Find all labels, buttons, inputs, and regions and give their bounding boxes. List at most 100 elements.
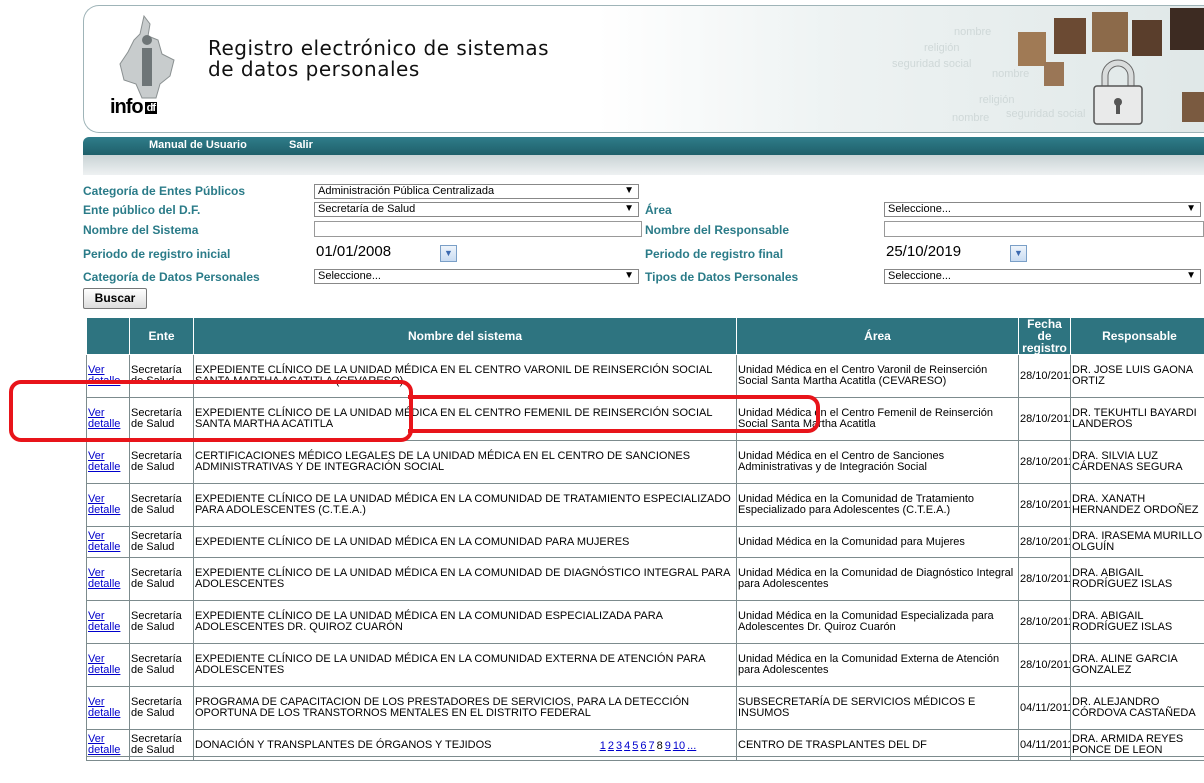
header-cell: Fecha de registro <box>1018 317 1071 355</box>
detalle-link-text: detalle <box>88 375 121 387</box>
ente-line2: de Salud <box>131 578 175 590</box>
ente-label: Ente público del D.F. <box>83 203 201 217</box>
ver-detalle-link[interactable]: Ver detalle <box>86 557 130 601</box>
tipos-datos-label: Tipos de Datos Personales <box>645 270 799 284</box>
responsable-cell: DRA. ALINE GARCIA GONZALEZ <box>1070 643 1204 687</box>
infodf-logo: info df <box>102 14 202 126</box>
ver-detalle-link[interactable]: Ver detalle <box>86 354 130 398</box>
ente-cell: Secretaría de Salud <box>129 600 194 644</box>
sistema-cell: EXPEDIENTE CLÍNICO DE LA UNIDAD MÉDICA E… <box>193 354 737 398</box>
watermark-text: religión <box>924 42 960 54</box>
header-cell: Responsable <box>1070 317 1204 355</box>
chevron-down-icon: ▼ <box>1186 270 1196 281</box>
responsable-cell: DR. TEKUHTLI BAYARDI LANDEROS <box>1070 397 1204 441</box>
calendar-dropdown-icon[interactable]: ▼ <box>1010 245 1027 262</box>
ente-cell: Secretaría de Salud <box>129 483 194 527</box>
pager-page-link[interactable]: 2 <box>608 740 614 752</box>
table-header-row: Ente Nombre del sistema Área Fecha de re… <box>86 317 1204 355</box>
periodo-final-label: Periodo de registro final <box>645 247 784 261</box>
responsable-cell: DRA. SILVIA LUZ CÁRDENAS SEGURA <box>1070 440 1204 484</box>
calendar-dropdown-icon[interactable]: ▼ <box>440 245 457 262</box>
area-cell: Unidad Médica en la Comunidad para Mujer… <box>736 526 1019 558</box>
manual-usuario-link[interactable]: Manual de Usuario <box>149 139 247 151</box>
fecha-cell: 28/10/2011 <box>1018 526 1071 558</box>
watermark-text: seguridad social <box>892 58 972 70</box>
ver-detalle-link[interactable]: Ver detalle <box>86 600 130 644</box>
periodo-inicial-label: Periodo de registro inicial <box>83 247 231 261</box>
pager-page-link[interactable]: 3 <box>616 740 622 752</box>
table-row: Ver detalle Secretaría de Salud PROGRAMA DE … <box>86 686 1204 730</box>
ente-line2: de Salud <box>131 418 175 430</box>
detalle-link-text: detalle <box>88 621 121 633</box>
fecha-cell: 28/10/2011 <box>1018 483 1071 527</box>
nombre-responsable-input[interactable] <box>884 221 1204 237</box>
pager-page-link[interactable]: 7 <box>648 740 654 752</box>
nombre-sistema-input[interactable] <box>314 221 642 237</box>
periodo-inicial-input[interactable]: 01/01/2008 <box>316 243 391 260</box>
ente-cell: Secretaría de Salud <box>129 397 194 441</box>
pager-page-link[interactable]: 5 <box>632 740 638 752</box>
results-table: Ente Nombre del sistema Área Fecha de re… <box>86 317 1204 761</box>
area-cell: Unidad Médica en la Comunidad Externa de… <box>736 643 1019 687</box>
pagination: 1 2 3 4 5 6 7 8 9 10... <box>86 740 1204 757</box>
ente-select[interactable]: Secretaría de Salud ▼ <box>314 202 639 217</box>
header-cell: Ente <box>129 317 194 355</box>
ver-detalle-link[interactable]: Ver detalle <box>86 440 130 484</box>
categoria-entes-select[interactable]: Administración Pública Centralizada ▼ <box>314 184 639 199</box>
pager-page-link[interactable]: 6 <box>640 740 646 752</box>
header-cell: Área <box>736 317 1019 355</box>
header-photo-collage: nombre religión seguridad social nombre … <box>884 6 1204 132</box>
people-photos-icon <box>1018 8 1204 125</box>
header-banner: info df Registro electrónico de sistemas … <box>83 5 1204 133</box>
area-cell: Unidad Médica en la Comunidad Especializ… <box>736 600 1019 644</box>
ente-cell: Secretaría de Salud <box>129 354 194 398</box>
ente-cell: Secretaría de Salud <box>129 440 194 484</box>
ver-detalle-link[interactable]: Ver detalle <box>86 643 130 687</box>
fecha-cell: 28/10/2011 <box>1018 354 1071 398</box>
responsable-cell: DR. JOSE LUIS GAONA ORTIZ <box>1070 354 1204 398</box>
area-cell: Unidad Médica en la Comunidad de Tratami… <box>736 483 1019 527</box>
detalle-link-text: detalle <box>88 461 121 473</box>
watermark-text: nombre <box>954 26 992 38</box>
pager-page-link[interactable]: ... <box>687 740 696 752</box>
ente-line2: de Salud <box>131 461 175 473</box>
area-label: Área <box>645 203 672 217</box>
buscar-button[interactable]: Buscar <box>83 288 147 309</box>
table-row: Ver detalle Secretaría de Salud EXPEDIENTE C… <box>86 643 1204 687</box>
fecha-cell: 04/11/2011 <box>1018 686 1071 730</box>
ente-line2: de Salud <box>131 621 175 633</box>
categoria-datos-label: Categoría de Datos Personales <box>83 270 260 284</box>
chevron-down-icon: ▼ <box>624 203 634 214</box>
fecha-cell: 28/10/2011 <box>1018 440 1071 484</box>
sistema-cell: EXPEDIENTE CLÍNICO DE LA UNIDAD MÉDICA E… <box>193 643 737 687</box>
responsable-cell: DRA. ABIGAIL RODRÍGUEZ ISLAS <box>1070 557 1204 601</box>
ente-value: Secretaría de Salud <box>318 203 416 215</box>
area-cell: SUBSECRETARÍA DE SERVICIOS MÉDICOS E INS… <box>736 686 1019 730</box>
categoria-datos-select[interactable]: Seleccione... ▼ <box>314 269 639 284</box>
ver-detalle-link[interactable]: Ver detalle <box>86 526 130 558</box>
salir-link[interactable]: Salir <box>289 139 313 151</box>
ver-detalle-link[interactable]: Ver detalle <box>86 397 130 441</box>
periodo-final-input[interactable]: 25/10/2019 <box>886 243 961 260</box>
table-row: Ver detalle Secretaría de Salud CERTIFICACIO… <box>86 440 1204 484</box>
pager-page-link[interactable]: 4 <box>624 740 630 752</box>
nombre-responsable-label: Nombre del Responsable <box>645 223 790 237</box>
ver-detalle-link[interactable]: Ver detalle <box>86 686 130 730</box>
detalle-link-text: detalle <box>88 418 121 430</box>
detalle-link-text: detalle <box>88 664 121 676</box>
table-row: Ver detalle Secretaría de Salud EXPEDIENTE C… <box>86 483 1204 527</box>
pager-page-link[interactable]: 10 <box>673 740 685 752</box>
tipos-datos-select[interactable]: Seleccione... ▼ <box>884 269 1201 284</box>
tipos-datos-value: Seleccione... <box>888 270 951 282</box>
pager-page-link[interactable]: 9 <box>665 740 671 752</box>
pager-page-link[interactable]: 1 <box>600 740 606 752</box>
table-row: Ver detalle Secretaría de Salud EXPEDIENTE C… <box>86 557 1204 601</box>
site-title: Registro electrónico de sistemas de dato… <box>208 38 549 80</box>
detalle-link-text: detalle <box>88 578 121 590</box>
table-row: Ver detalle Secretaría de Salud EXPEDIENTE C… <box>86 526 1204 558</box>
area-select[interactable]: Seleccione... ▼ <box>884 202 1201 217</box>
ver-detalle-link[interactable]: Ver detalle <box>86 483 130 527</box>
categoria-entes-value: Administración Pública Centralizada <box>318 185 495 197</box>
red-highlight-box <box>408 395 820 433</box>
ente-cell: Secretaría de Salud <box>129 526 194 558</box>
